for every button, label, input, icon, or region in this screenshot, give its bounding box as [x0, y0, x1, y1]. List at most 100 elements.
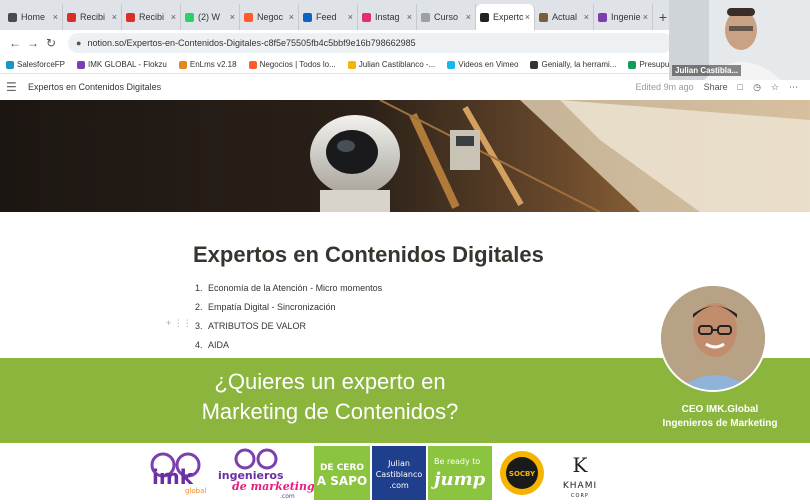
bookmark-label: Negocios | Todos lo... — [259, 60, 336, 69]
browser-tab[interactable]: Actual × — [535, 4, 594, 30]
tab-close-icon[interactable]: × — [112, 12, 117, 22]
bookmark-favicon-icon — [447, 60, 456, 69]
presenter-photo — [661, 286, 765, 390]
svg-text:jump: jump — [431, 469, 486, 490]
browser-tab[interactable]: Negoc × — [240, 4, 299, 30]
tab-close-icon[interactable]: × — [407, 12, 412, 22]
list-item-number: 1. — [195, 282, 203, 293]
bookmark-favicon-icon — [530, 60, 539, 69]
page-title[interactable]: Expertos en Contenidos Digitales — [193, 242, 544, 268]
bookmark-item[interactable]: Julian Castiblanco -... — [347, 60, 435, 69]
tab-favicon-icon — [67, 12, 76, 22]
bookmark-item[interactable]: EnLms v2.18 — [178, 60, 237, 69]
breadcrumb[interactable]: Expertos en Contenidos Digitales — [28, 82, 161, 92]
tab-favicon-icon — [421, 12, 430, 22]
bookmark-item[interactable]: Negocios | Todos lo... — [248, 60, 336, 69]
tab-close-icon[interactable]: × — [171, 12, 176, 22]
banner-headline: ¿Quieres un experto en Marketing de Cont… — [10, 367, 650, 427]
browser-tab[interactable]: (2) W × — [181, 4, 240, 30]
tab-close-icon[interactable]: × — [53, 12, 58, 22]
tab-close-icon[interactable]: × — [348, 12, 353, 22]
more-options-icon[interactable]: ⋯ — [789, 82, 798, 93]
browser-tab[interactable]: Instag × — [358, 4, 417, 30]
browser-tab[interactable]: Recibi × — [122, 4, 181, 30]
bookmark-item[interactable]: Videos en Vimeo — [447, 60, 518, 69]
browser-tab[interactable]: Feed × — [299, 4, 358, 30]
tab-label: Instag — [375, 12, 400, 22]
headline-line-1: ¿Quieres un experto en — [214, 369, 446, 394]
browser-tab[interactable]: Experto × — [476, 4, 535, 30]
tab-favicon-icon — [8, 12, 17, 22]
ingenieros-de-marketing-logo: ingenieros de marketing .com — [218, 448, 315, 500]
list-item[interactable]: 3. ATRIBUTOS DE VALOR — [195, 316, 382, 335]
list-item-number: 4. — [195, 339, 203, 350]
edited-status: Edited 9m ago — [635, 82, 694, 92]
page-cover-image — [0, 100, 810, 212]
svg-text:Be ready to: Be ready to — [434, 457, 480, 466]
svg-text:imk: imk — [152, 465, 194, 489]
comment-icon[interactable]: □ — [738, 82, 743, 92]
list-item[interactable]: 4. AIDA — [195, 335, 382, 354]
back-arrow-icon[interactable]: ← — [6, 36, 24, 50]
svg-text:DE CERO: DE CERO — [320, 463, 364, 473]
url-field[interactable]: ● notion.so/Expertos-en-Contenidos-Digit… — [68, 33, 673, 53]
tab-label: Experto — [493, 12, 523, 22]
tab-close-icon[interactable]: × — [230, 12, 235, 22]
bookmark-label: SalesforceFP — [17, 60, 66, 69]
de-cero-a-sapo-logo: DE CERO A SAPO — [314, 446, 370, 500]
tab-label: Curso — [434, 12, 459, 22]
tab-close-icon[interactable]: × — [466, 12, 471, 22]
forward-arrow-icon[interactable]: → — [24, 36, 42, 50]
history-clock-icon[interactable]: ◷ — [753, 82, 761, 93]
ceo-caption: CEO IMK.Global Ingenieros de Marketing — [640, 403, 800, 431]
browser-tab[interactable]: Recibi × — [63, 4, 122, 30]
numbered-list: 1. Economía de la Atención - Micro moment… — [195, 278, 382, 354]
list-item-text: Economía de la Atención - Micro momentos — [208, 282, 383, 293]
bookmark-item[interactable]: SalesforceFP — [6, 60, 65, 69]
video-frame: Home × Recibi × Recibi × (2) W × Negoc × Feed × Inst… — [0, 0, 810, 504]
tab-close-icon[interactable]: × — [643, 12, 648, 22]
share-button[interactable]: Share — [704, 82, 728, 92]
bookmark-item[interactable]: IMK GLOBAL - Flokzu — [77, 60, 167, 69]
browser-tab[interactable]: Home × — [4, 4, 63, 30]
list-item[interactable]: 1. Economía de la Atención - Micro moment… — [195, 278, 382, 297]
tab-close-icon[interactable]: × — [289, 12, 294, 22]
presenter-name-label: Julian Castibla... — [672, 65, 742, 76]
bookmark-favicon-icon — [628, 60, 637, 69]
reload-icon[interactable]: ↻ — [42, 36, 60, 50]
bookmark-item[interactable]: Genially, la herrami... — [530, 60, 616, 69]
space-station-illustration — [0, 100, 810, 212]
webcam-overlay: Julian Castibla... — [669, 0, 810, 80]
tab-close-icon[interactable]: × — [584, 12, 589, 22]
ceo-title: CEO IMK.Global — [681, 404, 759, 415]
svg-text:KHAMI: KHAMI — [563, 481, 597, 491]
browser-tab[interactable]: Ingenie × — [594, 4, 653, 30]
svg-text:CORP: CORP — [571, 493, 589, 499]
bookmark-favicon-icon — [6, 60, 14, 69]
tab-favicon-icon — [244, 12, 253, 22]
tab-label: Actual — [552, 12, 578, 22]
svg-text:.com: .com — [389, 481, 409, 490]
bookmark-label: Videos en Vimeo — [458, 60, 519, 69]
browser-tab[interactable]: Curso × — [417, 4, 476, 30]
tab-label: Recibi — [80, 12, 106, 22]
menu-icon[interactable]: ☰ — [6, 80, 24, 94]
block-drag-handle-icon[interactable]: + ⋮⋮ — [166, 318, 192, 329]
tab-label: Feed — [316, 12, 337, 22]
tab-close-icon[interactable]: × — [525, 12, 530, 22]
presenter-avatar — [659, 284, 767, 392]
svg-text:Julian: Julian — [387, 459, 410, 468]
bookmark-favicon-icon — [248, 60, 257, 69]
tab-label: (2) W — [198, 12, 220, 22]
svg-text:global: global — [185, 487, 206, 495]
sponsor-logos-strip: imk global ingenieros de marketing .com … — [0, 443, 810, 504]
list-item-number: 3. — [195, 320, 203, 331]
list-item[interactable]: 2. Empatía Digital - Sincronización — [195, 297, 382, 316]
svg-text:A SAPO: A SAPO — [317, 474, 367, 488]
favorite-star-icon[interactable]: ☆ — [771, 82, 779, 93]
headline-line-2: Marketing de Contenidos? — [201, 399, 459, 424]
ceo-company: Ingenieros de Marketing — [662, 418, 778, 429]
list-item-number: 2. — [195, 301, 203, 312]
tab-label: Ingenie — [611, 12, 641, 22]
svg-text:de marketing: de marketing — [232, 480, 315, 493]
